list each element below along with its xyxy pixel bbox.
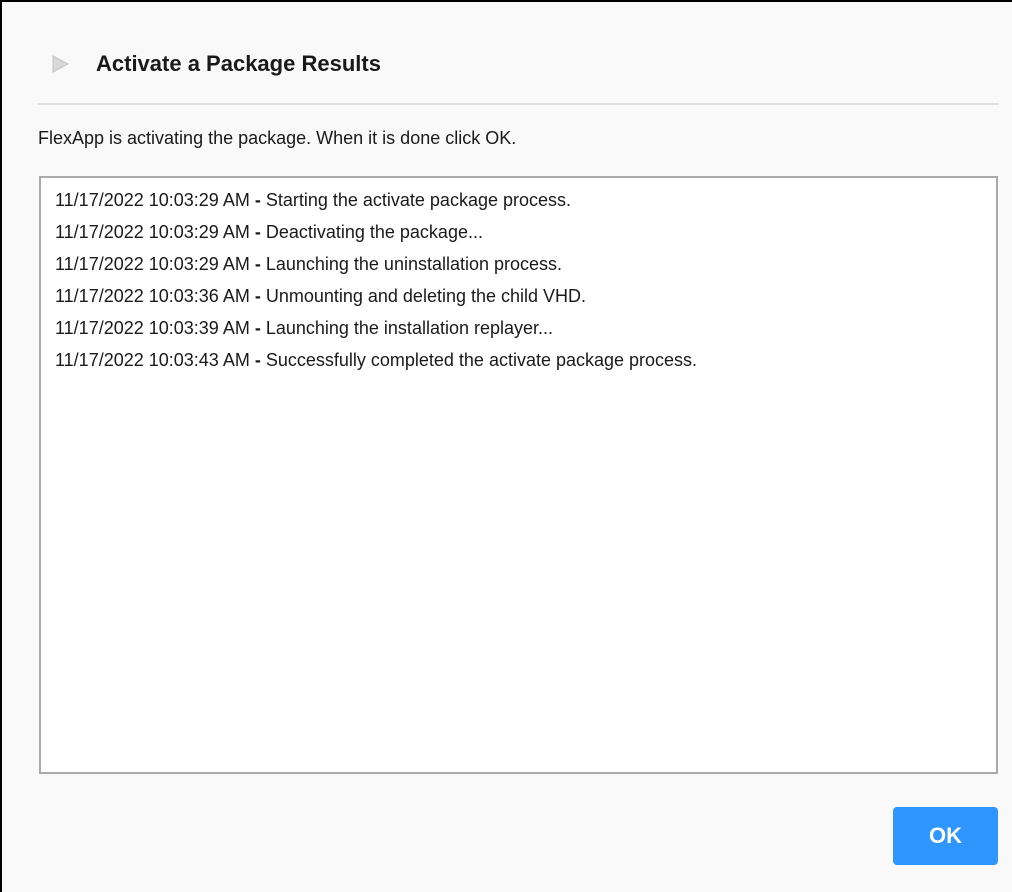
log-separator: - [249,318,266,338]
log-separator: - [249,222,266,242]
log-separator: - [249,254,266,274]
log-text: Successfully completed the activate pack… [265,350,698,370]
log-timestamp: 11/17/2022 10:03:43 AM [55,350,250,370]
log-timestamp: 11/17/2022 10:03:29 AM [55,190,250,210]
log-entry: 11/17/2022 10:03:29 AM - Launching the u… [55,248,996,280]
log-timestamp: 11/17/2022 10:03:29 AM [55,254,250,274]
activate-package-dialog: Activate a Package Results FlexApp is ac… [0,0,1012,892]
log-output-box[interactable]: 11/17/2022 10:03:29 AM - Starting the ac… [39,176,998,774]
header-divider [37,103,999,105]
log-entry: 11/17/2022 10:03:39 AM - Launching the i… [55,312,996,344]
dialog-header: Activate a Package Results [50,46,381,82]
log-timestamp: 11/17/2022 10:03:39 AM [55,318,250,338]
log-timestamp: 11/17/2022 10:03:29 AM [55,222,250,242]
log-separator: - [249,350,266,370]
log-entry: 11/17/2022 10:03:29 AM - Deactivating th… [55,216,996,248]
log-text: Starting the activate package process. [265,190,572,210]
log-separator: - [249,286,266,306]
play-triangle-icon [50,54,70,74]
log-entry: 11/17/2022 10:03:43 AM - Successfully co… [55,344,996,376]
dialog-title: Activate a Package Results [96,51,381,76]
log-entry: 11/17/2022 10:03:36 AM - Unmounting and … [55,280,996,312]
ok-button[interactable]: OK [893,807,998,865]
log-text: Launching the installation replayer... [265,318,554,338]
log-entry: 11/17/2022 10:03:29 AM - Starting the ac… [55,184,996,216]
log-separator: - [249,190,266,210]
status-message: FlexApp is activating the package. When … [38,128,517,148]
log-timestamp: 11/17/2022 10:03:36 AM [55,286,250,306]
log-text: Unmounting and deleting the child VHD. [265,286,587,306]
log-text: Deactivating the package... [265,222,483,242]
log-text: Launching the uninstallation process. [265,254,563,274]
